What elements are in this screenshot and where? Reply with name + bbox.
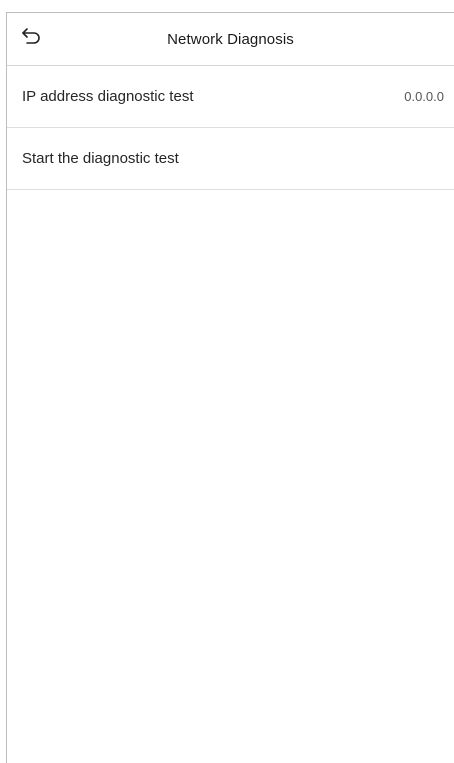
ip-address-value: 0.0.0.0 (404, 89, 444, 104)
title-bar: Network Diagnosis (7, 13, 454, 66)
start-diagnostic-test-label: Start the diagnostic test (22, 150, 179, 167)
ip-address-diagnostic-test-label: IP address diagnostic test (22, 88, 194, 105)
start-diagnostic-test-item[interactable]: Start the diagnostic test (7, 128, 454, 190)
ip-address-diagnostic-test-item[interactable]: IP address diagnostic test 0.0.0.0 (7, 66, 454, 128)
network-diagnosis-screen: Network Diagnosis IP address diagnostic … (6, 12, 454, 763)
page-title: Network Diagnosis (167, 30, 294, 48)
back-button[interactable] (17, 23, 47, 53)
back-arrow-icon (21, 27, 43, 50)
